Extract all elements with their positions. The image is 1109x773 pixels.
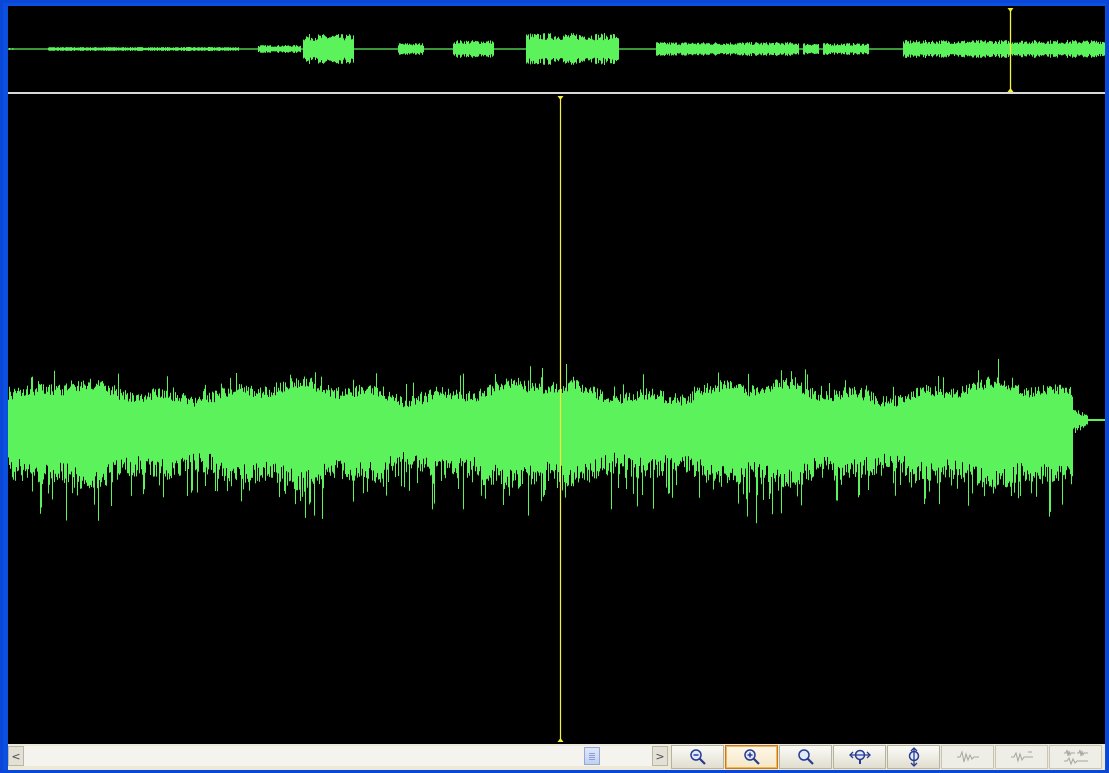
- overview-waveform-panel[interactable]: [8, 6, 1105, 94]
- waveform-editor-window: < >: [3, 3, 1106, 770]
- zoom-fit-vertical-button[interactable]: [887, 745, 940, 769]
- zoom-in-button[interactable]: [725, 745, 778, 769]
- zoom-normal-icon: [797, 749, 814, 765]
- scroll-left-button[interactable]: <: [8, 746, 24, 766]
- zoom-fit-horizontal-icon: [848, 749, 871, 764]
- waveform-decrease-icon: [1010, 751, 1033, 763]
- zoom-fit-horizontal-button[interactable]: [833, 745, 886, 769]
- waveform-view-icon: [956, 750, 979, 763]
- zoom-normal-button[interactable]: [779, 745, 832, 769]
- scroll-right-button[interactable]: >: [652, 746, 668, 766]
- overview-waveform[interactable]: [8, 6, 1105, 94]
- overview-waveform-trace: [8, 33, 1105, 65]
- zoom-fit-vertical-icon: [908, 747, 919, 767]
- scroll-right-arrow-icon: >: [655, 749, 665, 763]
- main-waveform[interactable]: [8, 94, 1105, 744]
- scroll-left-arrow-icon: <: [11, 749, 21, 763]
- main-waveform-panel[interactable]: [8, 94, 1105, 744]
- zoom-out-icon: [689, 749, 706, 765]
- main-cursor-bottom-marker: [557, 738, 564, 742]
- main-waveform-trace: [8, 358, 1105, 524]
- zoom-in-icon: [743, 749, 760, 765]
- overview-cursor-top-marker: [1007, 8, 1014, 12]
- scrollbar-grip-icon: [589, 753, 595, 760]
- waveform-increase-button[interactable]: [1049, 745, 1102, 769]
- main-cursor-top-marker: [557, 96, 564, 100]
- zoom-toolbar: [671, 744, 1105, 770]
- bottom-control-bar: < >: [8, 744, 1105, 770]
- scrollbar-thumb[interactable]: [584, 747, 600, 765]
- waveform-view-button[interactable]: [941, 745, 994, 769]
- horizontal-scrollbar[interactable]: < >: [8, 746, 668, 766]
- zoom-out-button[interactable]: [671, 745, 724, 769]
- waveform-increase-icon: [1063, 749, 1088, 766]
- waveform-decrease-button[interactable]: [995, 745, 1048, 769]
